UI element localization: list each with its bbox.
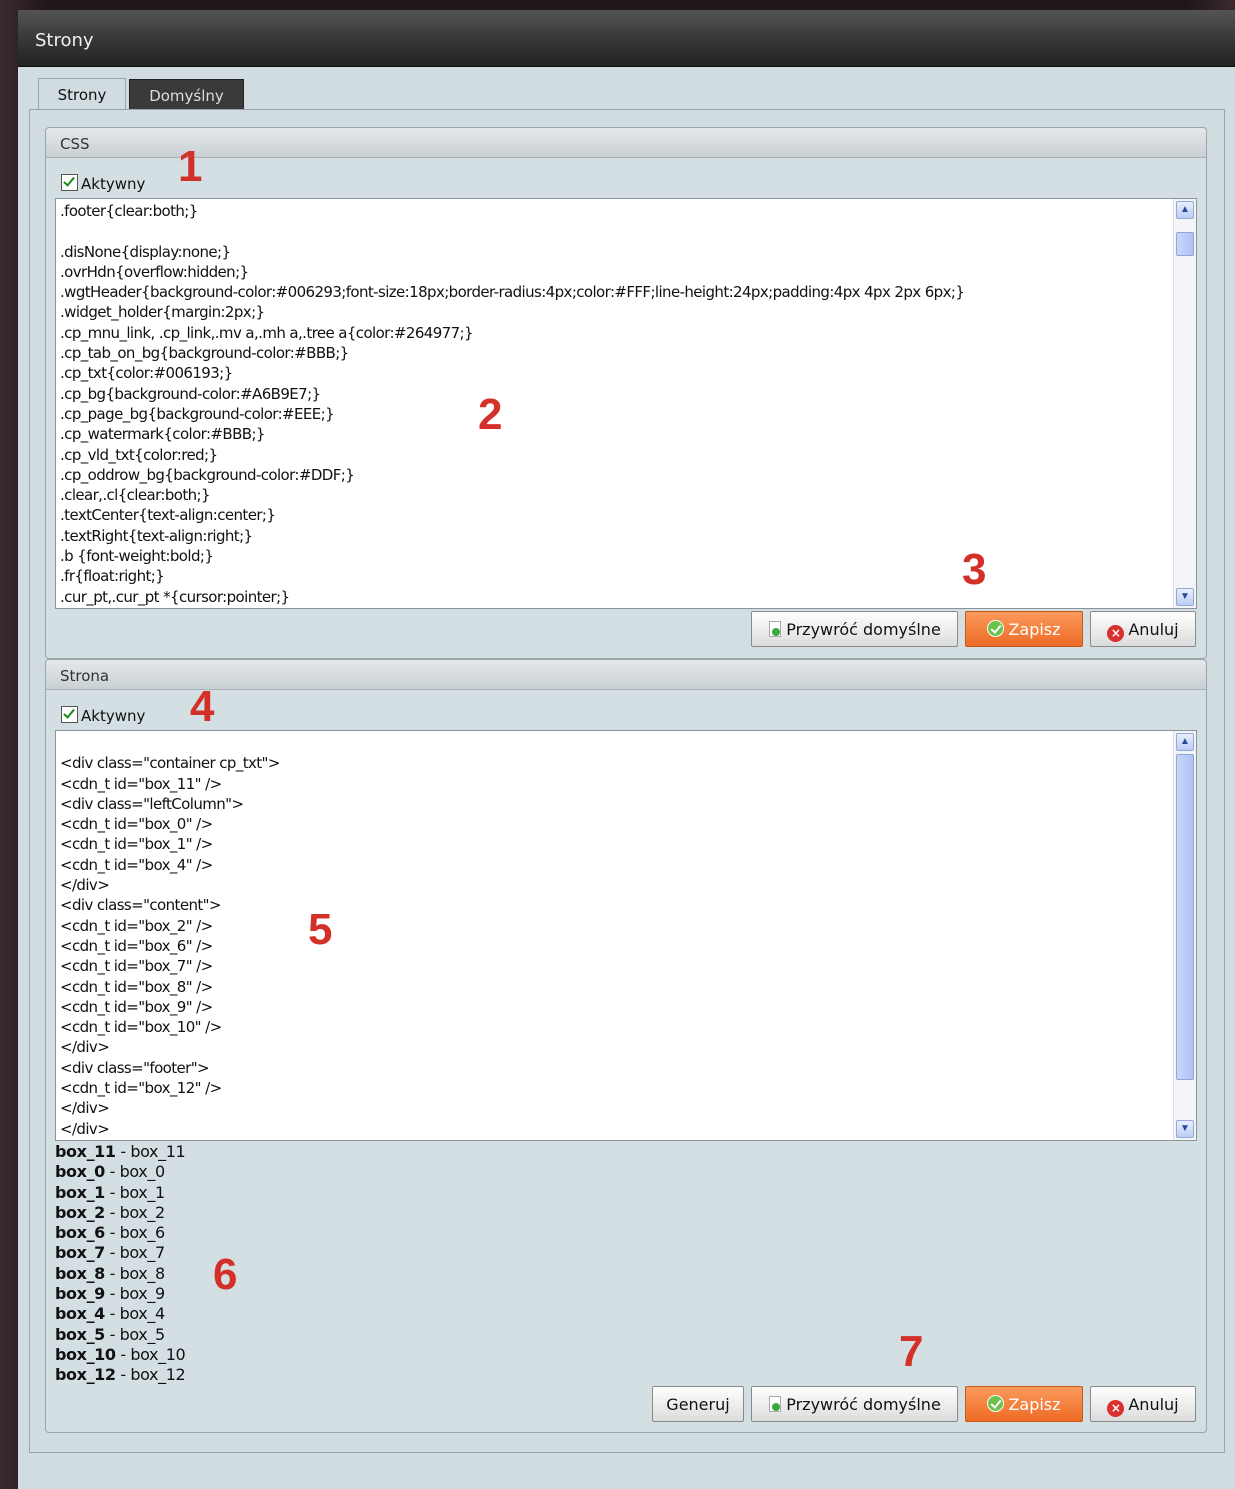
box-key: box_12 bbox=[55, 1365, 116, 1385]
window-title: Strony bbox=[35, 30, 94, 51]
tab-domyslny[interactable]: Domyślny bbox=[129, 79, 244, 110]
box-key: box_1 bbox=[55, 1182, 105, 1202]
box-desc: - box_12 bbox=[115, 1365, 186, 1385]
box-list-item: box_1 - box_1 bbox=[55, 1183, 185, 1203]
css-scroll-thumb[interactable] bbox=[1176, 232, 1194, 256]
css-code: .footer{clear:both;} .disNone{display:no… bbox=[60, 202, 965, 606]
page-save-button[interactable]: Zapisz bbox=[965, 1386, 1083, 1422]
box-desc: - box_11 bbox=[115, 1142, 186, 1161]
page-active-checkbox-row[interactable]: Aktywny bbox=[61, 706, 145, 725]
box-desc: - box_10 bbox=[115, 1344, 186, 1364]
check-circle-icon bbox=[987, 620, 1005, 637]
page-scrollbar[interactable]: ▲ ▼ bbox=[1173, 731, 1196, 1140]
restore-icon bbox=[768, 621, 782, 637]
box-list-item: box_0 - box_0 bbox=[55, 1162, 185, 1182]
box-key: box_0 bbox=[55, 1162, 105, 1182]
page-scroll-thumb[interactable] bbox=[1176, 754, 1194, 1080]
restore-icon bbox=[768, 1396, 782, 1412]
scroll-down-icon[interactable]: ▼ bbox=[1176, 588, 1194, 606]
box-desc: - box_7 bbox=[104, 1243, 166, 1263]
css-restore-label: Przywróć domyślne bbox=[786, 620, 941, 639]
box-key: box_8 bbox=[55, 1263, 105, 1283]
box-desc: - box_2 bbox=[104, 1202, 166, 1222]
page-code: <div class="container cp_txt"> <cdn_t id… bbox=[60, 754, 280, 1138]
tab-panel: CSS Aktywny .footer{clear:both;} .disNon… bbox=[29, 109, 1225, 1453]
box-desc: - box_5 bbox=[104, 1324, 166, 1344]
annotation-marker-2: 2 bbox=[478, 390, 503, 439]
box-key: box_2 bbox=[55, 1202, 105, 1222]
box-desc: - box_6 bbox=[104, 1223, 166, 1243]
page-active-checkbox[interactable] bbox=[61, 706, 78, 723]
tab-strony[interactable]: Strony bbox=[38, 78, 126, 111]
css-restore-button[interactable]: Przywróć domyślne bbox=[751, 611, 958, 647]
css-textarea[interactable]: .footer{clear:both;} .disNone{display:no… bbox=[55, 198, 1197, 609]
annotation-marker-1: 1 bbox=[178, 142, 203, 191]
box-key: box_5 bbox=[55, 1324, 105, 1344]
box-list-item: box_5 - box_5 bbox=[55, 1325, 185, 1345]
scroll-up-icon[interactable]: ▲ bbox=[1176, 733, 1194, 751]
box-desc: - box_9 bbox=[104, 1284, 166, 1304]
box-list: box_11 - box_11 box_0 - box_0 box_1 - bo… bbox=[55, 1142, 186, 1386]
page-active-label: Aktywny bbox=[81, 707, 146, 725]
annotation-marker-3: 3 bbox=[962, 545, 987, 594]
annotation-marker-7: 7 bbox=[899, 1327, 924, 1376]
scroll-up-icon[interactable]: ▲ bbox=[1176, 201, 1194, 219]
box-desc: - box_4 bbox=[104, 1304, 166, 1324]
page-section: Strona Aktywny <div class="container cp_… bbox=[45, 659, 1207, 1433]
box-key: box_10 bbox=[55, 1344, 116, 1364]
css-section: CSS Aktywny .footer{clear:both;} .disNon… bbox=[45, 127, 1207, 659]
box-desc: - box_8 bbox=[104, 1263, 166, 1283]
box-key: box_11 bbox=[55, 1142, 116, 1161]
page-section-header: Strona bbox=[46, 660, 1206, 690]
generate-label: Generuj bbox=[666, 1395, 730, 1414]
box-key: box_9 bbox=[55, 1284, 105, 1304]
box-desc: - box_1 bbox=[104, 1182, 166, 1202]
css-cancel-button[interactable]: × Anuluj bbox=[1090, 611, 1196, 647]
annotation-marker-6: 6 bbox=[213, 1250, 238, 1299]
box-list-item: box_11 - box_11 bbox=[55, 1142, 186, 1162]
page-restore-button[interactable]: Przywróć domyślne bbox=[751, 1386, 958, 1422]
page-textarea[interactable]: <div class="container cp_txt"> <cdn_t id… bbox=[55, 730, 1197, 1141]
box-list-item: box_2 - box_2 bbox=[55, 1203, 185, 1223]
cancel-icon: × bbox=[1107, 1400, 1125, 1417]
box-list-item: box_9 - box_9 bbox=[55, 1284, 185, 1304]
box-desc: - box_0 bbox=[104, 1162, 166, 1182]
css-save-button[interactable]: Zapisz bbox=[965, 611, 1083, 647]
box-list-item: box_6 - box_6 bbox=[55, 1223, 185, 1243]
css-active-label: Aktywny bbox=[81, 175, 146, 193]
css-active-checkbox[interactable] bbox=[61, 174, 78, 191]
cancel-icon: × bbox=[1107, 625, 1125, 642]
box-list-item: box_10 - box_10 bbox=[55, 1344, 186, 1365]
page-restore-label: Przywróć domyślne bbox=[786, 1395, 941, 1414]
page-cancel-label: Anuluj bbox=[1128, 1395, 1179, 1414]
scroll-down-icon[interactable]: ▼ bbox=[1176, 1120, 1194, 1138]
box-key: box_7 bbox=[55, 1243, 105, 1263]
box-key: box_6 bbox=[55, 1223, 105, 1243]
box-list-item: box_12 - box_12 bbox=[55, 1365, 186, 1385]
page-save-label: Zapisz bbox=[1008, 1395, 1061, 1414]
css-save-label: Zapisz bbox=[1008, 620, 1061, 639]
page-cancel-button[interactable]: × Anuluj bbox=[1090, 1386, 1196, 1422]
css-section-header: CSS bbox=[46, 128, 1206, 158]
check-circle-icon bbox=[987, 1395, 1005, 1412]
window-titlebar: Strony bbox=[18, 10, 1235, 67]
box-list-item: box_4 - box_4 bbox=[55, 1304, 185, 1324]
annotation-marker-4: 4 bbox=[190, 682, 215, 731]
css-active-checkbox-row[interactable]: Aktywny bbox=[61, 174, 145, 193]
annotation-marker-5: 5 bbox=[308, 905, 333, 954]
css-cancel-label: Anuluj bbox=[1128, 620, 1179, 639]
box-list-item: box_8 - box_8 bbox=[55, 1264, 185, 1284]
generate-button[interactable]: Generuj bbox=[652, 1386, 744, 1422]
css-scrollbar[interactable]: ▲ ▼ bbox=[1173, 199, 1196, 608]
box-key: box_4 bbox=[55, 1304, 105, 1324]
box-list-item: box_7 - box_7 bbox=[55, 1243, 185, 1263]
strony-window: Strony Strony Domyślny CSS Aktywny .foot… bbox=[18, 10, 1235, 1489]
